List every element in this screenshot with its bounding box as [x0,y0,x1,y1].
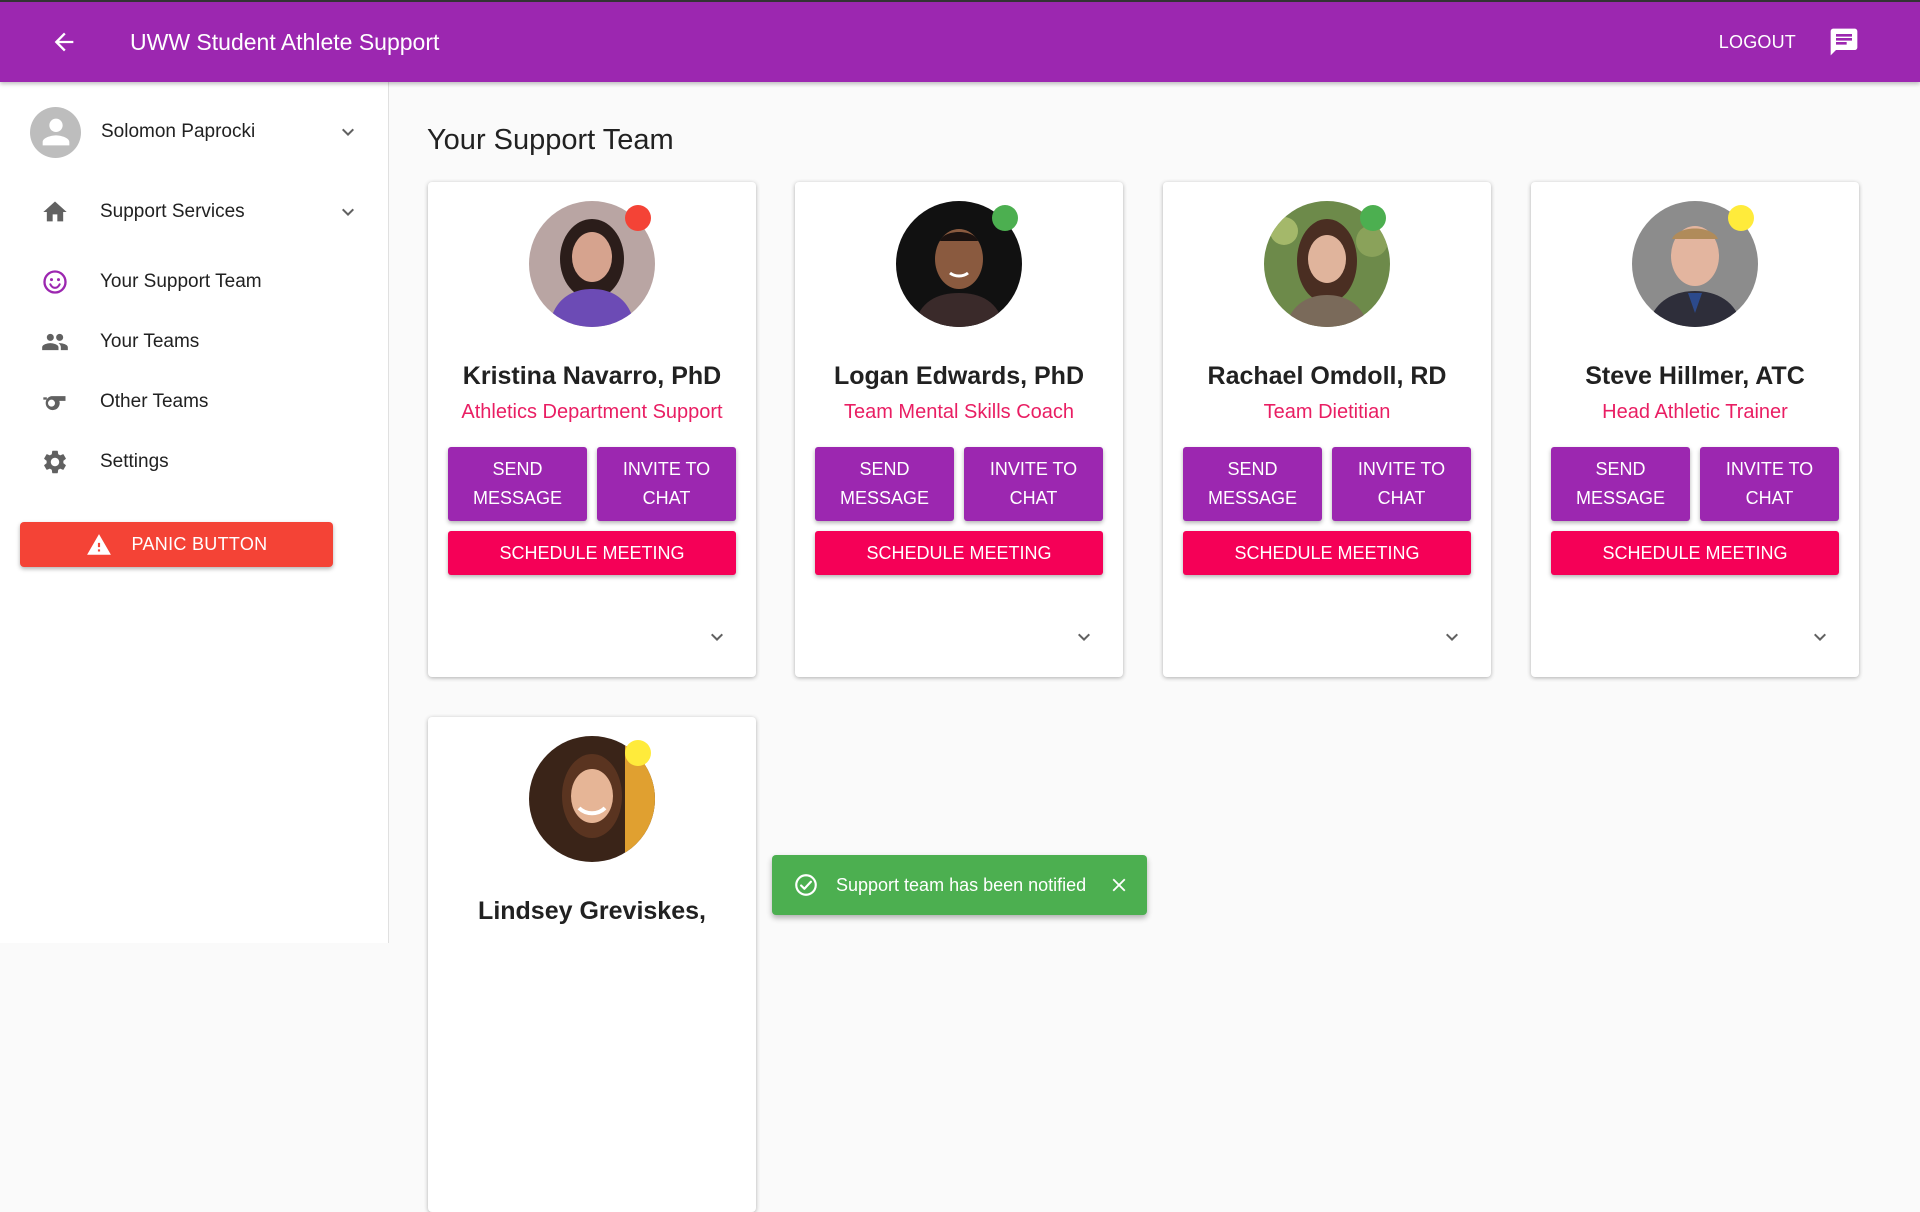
support-member-card: Kristina Navarro, PhD Athletics Departme… [428,182,756,677]
member-role: Head Athletic Trainer [1602,401,1788,423]
logout-button[interactable]: LOGOUT [1719,32,1796,53]
schedule-meeting-button[interactable]: SCHEDULE MEETING [1183,531,1471,575]
member-name: Kristina Navarro, PhD [462,362,722,390]
support-member-card: Steve Hillmer, ATC Head Athletic Trainer… [1531,182,1859,677]
send-message-button[interactable]: SEND MESSAGE [448,447,587,521]
member-role: Team Mental Skills Coach [843,401,1075,423]
close-icon[interactable] [1105,871,1133,899]
chevron-down-icon[interactable] [1807,624,1833,650]
support-member-card: Lindsey Greviskes, [428,717,756,1212]
member-role: Athletics Department Support [461,401,723,423]
smiley-icon [40,267,70,297]
sidebar-item-your-teams[interactable]: Your Teams [30,316,360,368]
invite-to-chat-button[interactable]: INVITE TO CHAT [1332,447,1471,521]
schedule-meeting-button[interactable]: SCHEDULE MEETING [1551,531,1839,575]
app-bar: UWW Student Athlete Support LOGOUT [0,0,1920,82]
chat-icon[interactable] [1824,22,1864,62]
sidebar-item-label: Other Teams [100,391,209,412]
whistle-icon [40,387,70,417]
check-circle-icon [792,871,820,899]
invite-to-chat-button[interactable]: INVITE TO CHAT [964,447,1103,521]
chevron-down-icon[interactable] [336,120,360,144]
sidebar-item-support-services[interactable]: Support Services [30,186,360,238]
avatar [30,106,81,158]
send-message-button[interactable]: SEND MESSAGE [815,447,954,521]
member-name: Lindsey Greviskes, [478,897,706,925]
status-indicator [625,740,651,766]
chevron-down-icon[interactable] [336,200,360,224]
app-title: UWW Student Athlete Support [130,28,440,55]
sidebar-item-other-teams[interactable]: Other Teams [30,376,360,428]
warning-icon [86,533,111,555]
notification-snackbar: Support team has been notified [772,855,1147,915]
status-indicator [1360,205,1386,231]
user-name: Solomon Paprocki [101,121,256,142]
gear-icon [40,447,70,477]
panic-button-label: PANIC BUTTON [131,534,268,554]
send-message-button[interactable]: SEND MESSAGE [1551,447,1690,521]
sidebar-item-settings[interactable]: Settings [30,436,360,488]
member-name: Logan Edwards, PhD [833,362,1085,390]
status-indicator [625,205,651,231]
people-icon [40,327,70,357]
sidebar-item-label: Your Support Team [100,271,262,292]
invite-to-chat-button[interactable]: INVITE TO CHAT [597,447,736,521]
schedule-meeting-button[interactable]: SCHEDULE MEETING [448,531,736,575]
chevron-down-icon[interactable] [704,624,730,650]
sidebar-item-your-support-team[interactable]: Your Support Team [30,256,360,308]
schedule-meeting-button[interactable]: SCHEDULE MEETING [815,531,1103,575]
invite-to-chat-button[interactable]: INVITE TO CHAT [1700,447,1839,521]
support-member-card: Rachael Omdoll, RD Team Dietitian SEND M… [1163,182,1491,677]
user-menu[interactable]: Solomon Paprocki [30,106,360,158]
send-message-button[interactable]: SEND MESSAGE [1183,447,1322,521]
sidebar-item-label: Your Teams [100,331,200,352]
back-arrow-icon[interactable] [44,22,84,62]
chevron-down-icon[interactable] [1439,624,1465,650]
snackbar-message: Support team has been notified [836,874,1087,895]
support-member-card: Logan Edwards, PhD Team Mental Skills Co… [795,182,1123,677]
status-indicator [1728,205,1754,231]
page-title: Your Support Team [427,124,674,156]
chevron-down-icon[interactable] [1071,624,1097,650]
status-indicator [992,205,1018,231]
panic-button[interactable]: PANIC BUTTON [20,522,333,567]
sidebar-item-label: Settings [100,451,169,472]
member-role: Team Dietitian [1263,401,1391,423]
sidebar-item-label: Support Services [100,201,245,222]
sidebar: Solomon Paprocki Support Services Your S… [0,82,389,943]
member-name: Steve Hillmer, ATC [1585,362,1805,390]
home-icon [40,197,70,227]
member-name: Rachael Omdoll, RD [1207,362,1447,390]
